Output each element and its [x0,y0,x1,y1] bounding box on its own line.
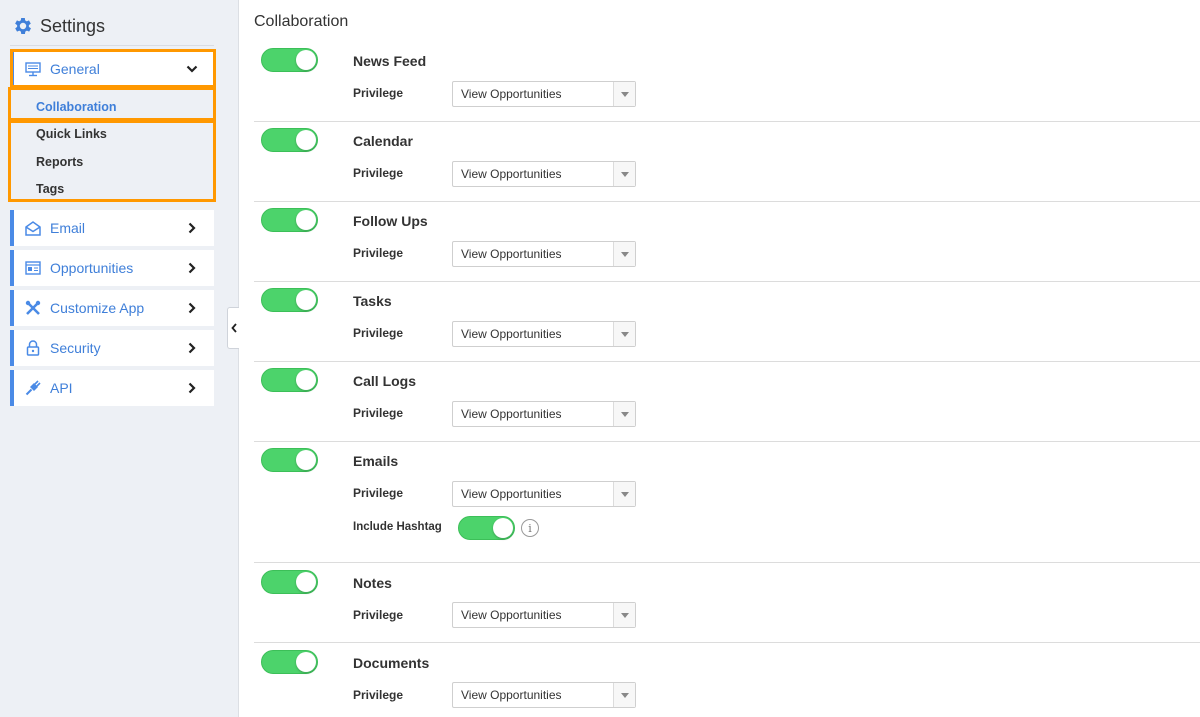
privilege-select-value: View Opportunities [461,247,562,261]
privilege-label: Privilege [353,326,404,340]
call-logs-toggle[interactable] [261,368,318,392]
dropdown-arrow-icon [613,82,635,106]
dropdown-arrow-icon [613,242,635,266]
tasks-toggle[interactable] [261,288,318,312]
id-card-icon [24,259,42,277]
section-calendar: Calendar Privilege View Opportunities [254,128,1200,202]
submenu-item-tags[interactable]: Tags [10,176,214,204]
privilege-select-value: View Opportunities [461,87,562,101]
section-emails: Emails Privilege View Opportunities Incl… [254,448,1200,563]
gear-icon [15,18,31,34]
sidebar-item-label: General [50,61,100,77]
collaboration-settings-panel: Collaboration News Feed Privilege View O… [254,0,1200,717]
sidebar-item-security[interactable]: Security [10,330,214,366]
sidebar-header: Settings [12,15,105,37]
dropdown-arrow-icon [613,482,635,506]
page-title: Collaboration [254,13,349,30]
sidebar-item-customize-app[interactable]: Customize App [10,290,214,326]
section-name: Tasks [353,293,392,309]
sidebar-title: Settings [40,15,106,36]
chevron-right-icon [182,218,202,238]
privilege-select-value: View Opportunities [461,608,562,622]
privilege-label: Privilege [353,688,404,702]
sidebar-item-opportunities[interactable]: Opportunities [10,250,214,286]
chevron-right-icon [182,378,202,398]
sidebar-item-label: Security [50,340,101,356]
privilege-label: Privilege [353,86,404,100]
chevron-left-icon [230,323,237,333]
dropdown-arrow-icon [613,162,635,186]
section-name: Follow Ups [353,213,428,229]
section-name: Emails [353,453,399,469]
privilege-select-value: View Opportunities [461,487,562,501]
submenu-item-collaboration[interactable]: Collaboration [10,93,214,121]
envelope-open-icon [24,219,42,237]
general-submenu: Collaboration Quick Links Reports Tags [10,93,214,203]
privilege-label: Privilege [353,166,404,180]
privilege-select[interactable]: View Opportunities [452,682,636,708]
submenu-item-quick-links[interactable]: Quick Links [10,121,214,149]
info-icon[interactable]: i [521,519,539,537]
submenu-item-reports[interactable]: Reports [10,148,214,176]
tools-icon [24,299,42,317]
emails-toggle[interactable] [261,448,318,472]
privilege-select[interactable]: View Opportunities [452,401,636,427]
privilege-select[interactable]: View Opportunities [452,602,636,628]
calendar-toggle[interactable] [261,128,318,152]
dropdown-arrow-icon [613,402,635,426]
chevron-right-icon [182,338,202,358]
privilege-label: Privilege [353,608,404,622]
news-feed-toggle[interactable] [261,48,318,72]
privilege-select-value: View Opportunities [461,688,562,702]
privilege-select[interactable]: View Opportunities [452,321,636,347]
sidebar-collapse-toggle[interactable] [227,307,239,349]
privilege-select-value: View Opportunities [461,327,562,341]
chevron-right-icon [182,298,202,318]
privilege-select[interactable]: View Opportunities [452,81,636,107]
section-call-logs: Call Logs Privilege View Opportunities [254,368,1200,442]
documents-toggle[interactable] [261,650,318,674]
dropdown-arrow-icon [613,683,635,707]
sidebar-item-email[interactable]: Email [10,210,214,246]
section-notes: Notes Privilege View Opportunities [254,570,1200,643]
privilege-select-value: View Opportunities [461,407,562,421]
sidebar-item-label: Email [50,220,86,236]
include-hashtag-toggle[interactable] [458,516,515,540]
privilege-label: Privilege [353,406,404,420]
monitor-icon [24,60,42,78]
privilege-select[interactable]: View Opportunities [452,161,636,187]
section-name: News Feed [353,53,427,69]
section-name: Documents [353,655,430,671]
sidebar-item-label: API [50,380,73,396]
privilege-select[interactable]: View Opportunities [452,481,636,507]
follow-ups-toggle[interactable] [261,208,318,232]
section-name: Call Logs [353,373,417,389]
dropdown-arrow-icon [613,322,635,346]
dropdown-arrow-icon [613,603,635,627]
section-tasks: Tasks Privilege View Opportunities [254,288,1200,362]
privilege-select-value: View Opportunities [461,167,562,181]
chevron-right-icon [182,258,202,278]
lock-icon [24,339,42,357]
section-name: Notes [353,575,392,591]
privilege-label: Privilege [353,246,404,260]
chevron-down-icon [182,59,202,79]
plug-icon [24,379,42,397]
sidebar-divider [10,45,214,46]
settings-sidebar: Settings General Collaboration Quick Lin… [0,0,239,717]
sidebar-item-general[interactable]: General [10,51,214,87]
include-hashtag-label: Include Hashtag [353,521,442,533]
sidebar-item-label: Opportunities [50,260,134,276]
section-news-feed: News Feed Privilege View Opportunities [254,48,1200,122]
privilege-label: Privilege [353,486,404,500]
section-follow-ups: Follow Ups Privilege View Opportunities [254,208,1200,282]
section-name: Calendar [353,133,413,149]
section-documents: Documents Privilege View Opportunities [254,650,1200,717]
privilege-select[interactable]: View Opportunities [452,241,636,267]
sidebar-item-api[interactable]: API [10,370,214,406]
notes-toggle[interactable] [261,570,318,594]
sidebar-item-label: Customize App [50,300,145,316]
